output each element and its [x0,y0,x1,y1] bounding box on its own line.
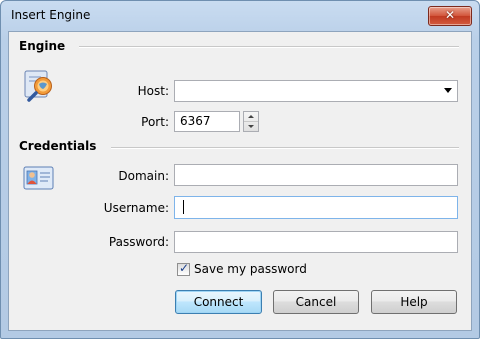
username-field[interactable] [174,196,458,219]
username-label: Username: [103,201,169,215]
close-button[interactable]: ✕ [428,6,472,26]
text-caret [183,200,184,214]
connect-button[interactable]: Connect [175,290,262,314]
domain-label: Domain: [118,169,169,183]
save-password-checkbox[interactable]: ✓ [177,261,190,276]
checkmark-icon: ✓ [179,261,190,275]
password-field[interactable] [174,231,458,253]
credentials-section-title: Credentials [19,139,101,153]
arrow-up-icon [248,115,254,118]
port-input[interactable]: 6367 [174,111,240,132]
save-password-label[interactable]: Save my password [194,262,307,276]
close-icon: ✕ [444,8,456,22]
arrow-down-icon [248,125,254,128]
window-title: Insert Engine [11,8,91,22]
domain-field[interactable] [174,164,458,186]
port-value: 6367 [180,114,211,128]
engine-divider [79,46,459,48]
host-combobox[interactable] [174,80,458,102]
spin-down-button[interactable] [244,122,258,131]
dialog-window: Insert Engine ✕ Engine Host: Port: 6367 … [0,0,480,339]
engine-section-title: Engine [19,39,70,53]
password-label: Password: [108,235,169,249]
title-bar[interactable]: Insert Engine ✕ [1,1,479,31]
host-label: Host: [137,84,169,98]
port-label: Port: [141,115,169,129]
spin-up-button[interactable] [244,112,258,122]
chevron-down-icon[interactable] [444,88,452,93]
credentials-divider [111,147,459,149]
help-button[interactable]: Help [371,290,457,314]
port-spinner[interactable] [243,111,259,132]
cancel-button[interactable]: Cancel [273,290,359,314]
dialog-body: Engine Host: Port: 6367 Credentials Doma… [8,31,472,331]
